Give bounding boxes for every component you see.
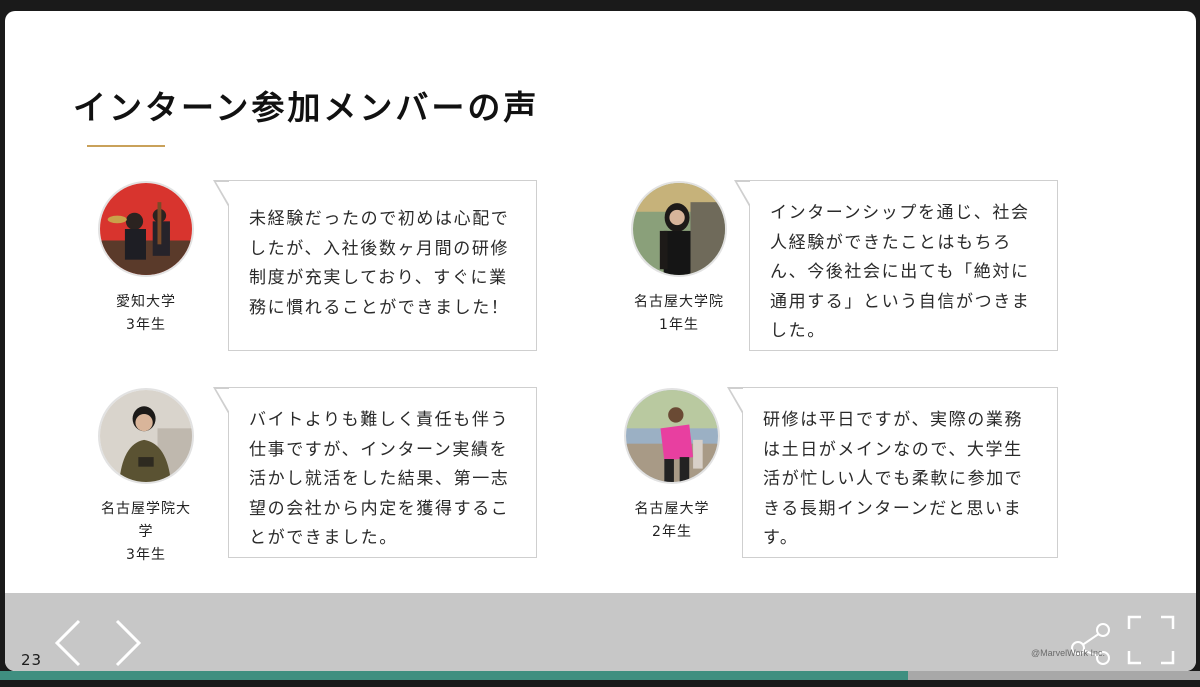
member-caption: 名古屋学院大学 3年生 <box>96 498 196 567</box>
slide: インターン参加メンバーの声 愛知大学 3年生 未経験だったので初めは心配で した… <box>5 11 1196 671</box>
avatar <box>624 388 720 484</box>
comment-line: 活が忙しい人でも柔軟に参加で <box>763 469 1024 489</box>
speech-bubble: バイトよりも難しく責任も伴う 仕事ですが、インターン実績を 活かし就活をした結果… <box>213 387 537 558</box>
fullscreen-icon <box>1127 615 1175 665</box>
comment-line: インターンシップを通じ、社会 <box>770 203 1030 223</box>
comment-line: 務に慣れることができました！ <box>249 297 510 318</box>
member-year: 2年生 <box>652 524 692 540</box>
speech-bubble: 未経験だったので初めは心配で したが、入社後数ヶ月間の研修 制度が充実しており、… <box>213 180 537 351</box>
comment-line: 仕事ですが、インターン実績を <box>249 439 509 460</box>
speech-bubble: インターンシップを通じ、社会 人経験ができたことはもちろ ん、今後社会に出ても「… <box>734 180 1058 351</box>
speech-bubble: 研修は平日ですが、実際の業務 は土日がメインなので、大学生 活が忙しい人でも柔軟… <box>727 387 1058 558</box>
previous-slide-button[interactable] <box>49 617 89 669</box>
title-underline <box>87 145 165 147</box>
avatar <box>631 181 727 277</box>
member-school: 名古屋大学院 <box>634 294 724 310</box>
next-slide-button[interactable] <box>107 617 147 669</box>
comment-line: 制度が充実しており、すぐに業 <box>249 268 508 288</box>
slide-progress-bar[interactable] <box>0 671 1200 680</box>
slide-progress-fill <box>0 671 909 680</box>
fullscreen-button[interactable] <box>1127 615 1175 665</box>
member-profile: 名古屋学院大学 3年生 <box>96 388 196 567</box>
chevron-right-icon <box>115 619 142 667</box>
member-year: 1年生 <box>659 317 699 333</box>
comment-line: 望の会社から内定を獲得するこ <box>249 498 510 519</box>
viewer-toolbar: 23 @MarvelWork Inc. <box>5 593 1196 671</box>
member-caption: 名古屋大学 2年生 <box>622 498 722 544</box>
comment-line: 人経験ができたことはもちろ <box>770 232 1012 253</box>
chevron-left-icon <box>54 619 81 667</box>
comment-line: す。 <box>763 528 799 548</box>
comment-line: ん、今後社会に出ても「絶対に <box>770 262 1030 282</box>
share-icon <box>1071 623 1110 665</box>
comment-line: きる長期インターンだと思いま <box>763 498 1023 519</box>
member-school: 愛知大学 <box>116 294 176 310</box>
member-caption: 名古屋大学院 1年生 <box>629 291 729 337</box>
member-year: 3年生 <box>126 547 166 563</box>
member-school: 名古屋大学 <box>634 501 710 517</box>
comment-line: したが、入社後数ヶ月間の研修 <box>249 238 510 259</box>
comment-line: とができました。 <box>249 528 398 548</box>
comment-line: した。 <box>770 321 826 341</box>
comment-line: 活かし就活をした結果、第一志 <box>249 469 510 489</box>
comment-line: バイトよりも難しく責任も伴う <box>249 410 510 430</box>
copyright-text: @MarvelWork Inc. <box>1031 648 1105 658</box>
comment-line: 未経験だったので初めは心配で <box>249 209 510 229</box>
comment-line: 通用する」という自信がつきま <box>770 291 1031 312</box>
member-profile: 愛知大学 3年生 <box>96 181 196 337</box>
member-profile: 名古屋大学院 1年生 <box>629 181 729 337</box>
page-number: 23 <box>21 651 43 669</box>
avatar <box>98 388 194 484</box>
slide-title: インターン参加メンバーの声 <box>73 88 540 127</box>
member-school: 名古屋学院大学 <box>101 501 191 540</box>
avatar <box>98 181 194 277</box>
share-button[interactable] <box>1067 618 1115 666</box>
comment-line: は土日がメインなので、大学生 <box>763 439 1023 460</box>
member-caption: 愛知大学 3年生 <box>96 291 196 337</box>
member-profile: 名古屋大学 2年生 <box>622 388 722 544</box>
comment-line: 研修は平日ですが、実際の業務 <box>763 410 1024 430</box>
member-year: 3年生 <box>126 317 166 333</box>
